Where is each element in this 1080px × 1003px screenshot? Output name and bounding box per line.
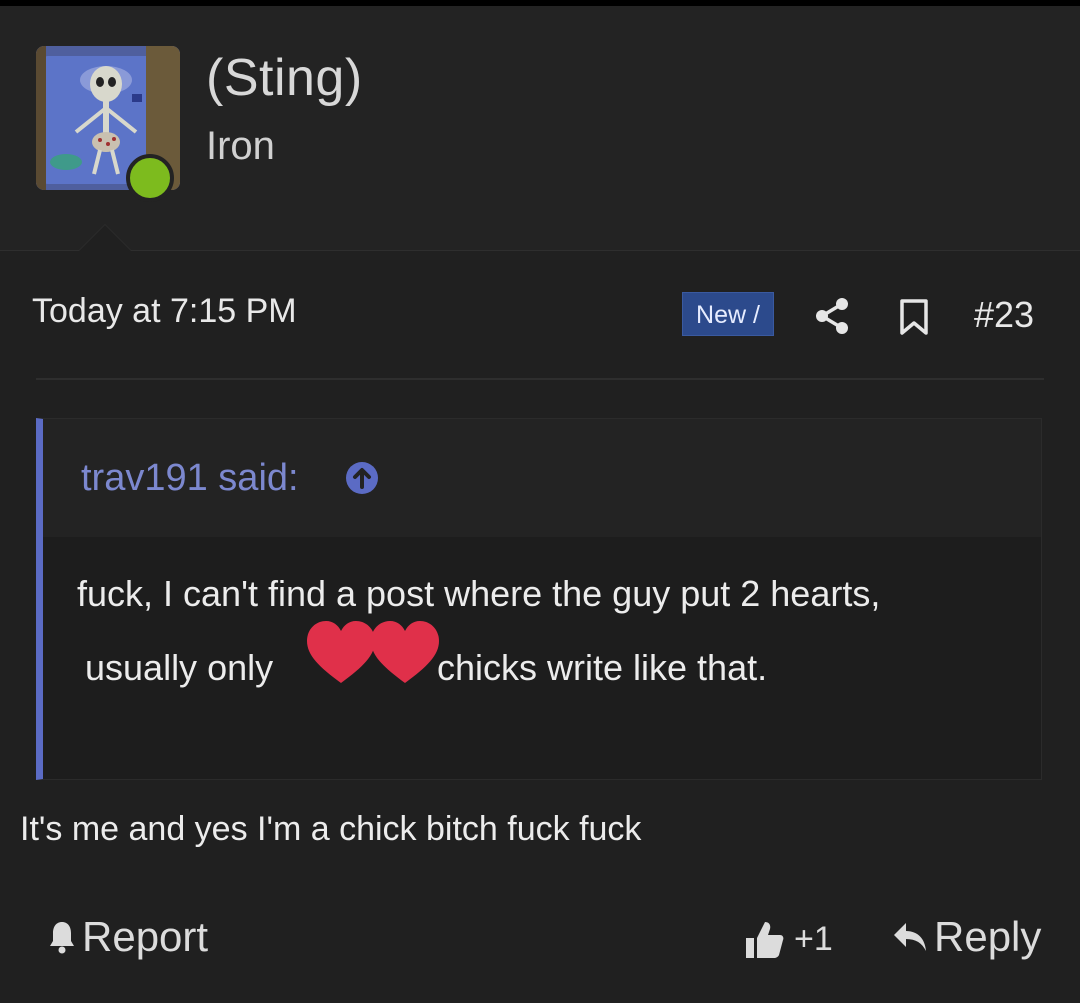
hearts-icon bbox=[307, 621, 439, 683]
quote-text-line: fuck, I can't find a post where the guy … bbox=[77, 573, 881, 614]
user-title: Iron bbox=[206, 124, 275, 168]
report-label: Report bbox=[82, 913, 209, 960]
quote-header: trav191 said: bbox=[43, 419, 1041, 537]
report-button[interactable]: Report bbox=[48, 912, 208, 962]
post-container: (Sting) Iron Today at 7:15 PM New / #23 … bbox=[0, 6, 1080, 1003]
post-body-text: It's me and yes I'm a chick bitch fuck f… bbox=[20, 810, 642, 848]
share-icon[interactable] bbox=[812, 296, 852, 336]
username[interactable]: (Sting) bbox=[206, 48, 363, 108]
new-badge: New / bbox=[682, 292, 774, 336]
quote-text-line: usually only bbox=[85, 647, 274, 688]
post-date[interactable]: Today at 7:15 PM bbox=[32, 292, 297, 331]
reply-label: Reply bbox=[934, 913, 1042, 960]
user-block-pointer bbox=[78, 224, 132, 251]
quote-block: trav191 said: fuck, I can't find a post … bbox=[36, 418, 1042, 780]
online-status-indicator bbox=[126, 154, 174, 202]
divider bbox=[36, 378, 1044, 380]
like-button[interactable]: +1 bbox=[744, 914, 833, 964]
post-number[interactable]: #23 bbox=[974, 294, 1034, 336]
quote-author[interactable]: trav191 said: bbox=[81, 457, 299, 500]
thumbs-up-icon bbox=[746, 922, 784, 958]
up-arrow-icon[interactable] bbox=[345, 461, 379, 495]
reply-button[interactable]: Reply bbox=[892, 912, 1041, 962]
like-count: +1 bbox=[794, 919, 833, 958]
user-block: (Sting) Iron bbox=[0, 6, 1080, 251]
reply-arrow-icon bbox=[894, 923, 926, 951]
quote-text-line: chicks write like that. bbox=[437, 647, 768, 688]
bookmark-icon[interactable] bbox=[898, 298, 930, 336]
bell-icon bbox=[50, 922, 74, 954]
